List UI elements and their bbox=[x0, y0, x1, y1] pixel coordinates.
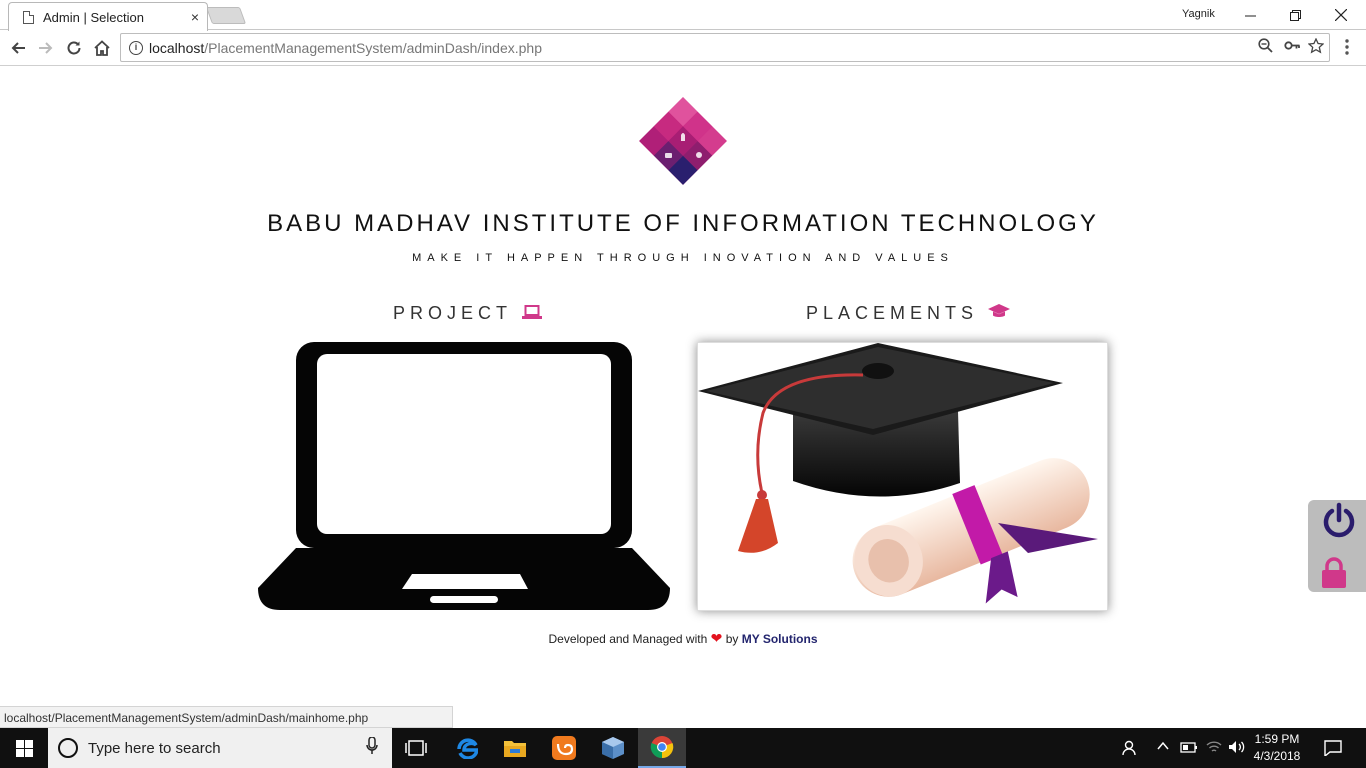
clock-time: 1:59 PM bbox=[1254, 732, 1300, 746]
key-icon[interactable] bbox=[1284, 38, 1300, 57]
task-view-icon[interactable] bbox=[392, 728, 440, 768]
laptop-icon bbox=[522, 303, 543, 324]
info-icon[interactable]: i bbox=[129, 40, 143, 55]
microphone-icon[interactable] bbox=[366, 735, 378, 760]
browser-tab[interactable]: Admin | Selection × bbox=[8, 2, 208, 31]
graduation-cap-diploma-image bbox=[698, 343, 1098, 604]
placements-heading[interactable]: PLACEMENTS bbox=[806, 303, 1011, 324]
institute-tagline: MAKE IT HAPPEN THROUGH INOVATION AND VAL… bbox=[412, 252, 954, 264]
page-footer: Developed and Managed with ❤ by MY Solut… bbox=[0, 630, 1366, 647]
file-explorer-icon[interactable] bbox=[491, 728, 539, 768]
lock-icon[interactable] bbox=[1321, 556, 1347, 595]
power-icon[interactable] bbox=[1322, 502, 1356, 543]
virtualbox-icon[interactable] bbox=[589, 728, 637, 768]
wifi-icon[interactable] bbox=[1206, 740, 1222, 757]
forward-icon[interactable] bbox=[34, 36, 58, 60]
minimize-icon[interactable] bbox=[1227, 0, 1273, 30]
profile-name[interactable]: Yagnik bbox=[1182, 8, 1215, 20]
address-bar[interactable]: i localhost/PlacementManagementSystem/ad… bbox=[120, 33, 1330, 62]
home-icon[interactable] bbox=[90, 36, 114, 60]
star-icon[interactable] bbox=[1307, 37, 1325, 58]
page-icon bbox=[23, 10, 34, 24]
show-hidden-icons-icon[interactable] bbox=[1157, 740, 1169, 755]
placements-label: PLACEMENTS bbox=[806, 303, 979, 323]
chrome-icon[interactable] bbox=[638, 728, 686, 768]
reload-icon[interactable] bbox=[62, 36, 86, 60]
cortana-icon bbox=[58, 738, 78, 758]
institute-logo bbox=[639, 97, 727, 185]
tab-close-icon[interactable]: × bbox=[191, 9, 199, 25]
menu-icon[interactable] bbox=[1342, 39, 1352, 55]
graduation-cap-icon bbox=[988, 303, 1011, 324]
back-icon[interactable] bbox=[6, 36, 30, 60]
url-path: /PlacementManagementSystem/adminDash/ind… bbox=[204, 39, 543, 56]
tab-title: Admin | Selection bbox=[43, 9, 144, 25]
heart-icon: ❤ bbox=[710, 630, 723, 646]
uc-browser-icon[interactable] bbox=[540, 728, 588, 768]
project-laptop-image[interactable] bbox=[258, 342, 670, 612]
taskbar-search[interactable]: Type here to search bbox=[48, 728, 392, 768]
new-tab-button[interactable] bbox=[205, 7, 247, 24]
windows-start-icon[interactable] bbox=[0, 728, 48, 768]
edge-browser-icon[interactable] bbox=[443, 728, 491, 768]
project-heading[interactable]: PROJECT bbox=[393, 303, 543, 324]
restore-icon[interactable] bbox=[1272, 0, 1318, 30]
close-window-icon[interactable] bbox=[1318, 0, 1364, 30]
side-action-panel bbox=[1308, 500, 1366, 592]
people-icon[interactable] bbox=[1121, 740, 1137, 759]
footer-brand-link[interactable]: MY Solutions bbox=[742, 632, 818, 646]
taskbar-clock[interactable]: 1:59 PM 4/3/2018 bbox=[1252, 731, 1302, 765]
footer-by: by bbox=[725, 632, 739, 646]
institute-name: BABU MADHAV INSTITUTE OF INFORMATION TEC… bbox=[267, 210, 1099, 237]
volume-icon[interactable] bbox=[1228, 740, 1246, 757]
browser-toolbar: i localhost/PlacementManagementSystem/ad… bbox=[0, 31, 1366, 66]
placements-image[interactable] bbox=[697, 342, 1108, 611]
browser-titlebar: Admin | Selection × Yagnik bbox=[0, 0, 1366, 31]
url-host: localhost bbox=[149, 39, 205, 56]
footer-prefix: Developed and Managed with bbox=[548, 632, 708, 646]
clock-date: 4/3/2018 bbox=[1253, 749, 1301, 763]
battery-icon[interactable] bbox=[1180, 740, 1198, 757]
action-center-icon[interactable] bbox=[1324, 740, 1342, 759]
project-label: PROJECT bbox=[393, 303, 513, 323]
status-bar-url: localhost/PlacementManagementSystem/admi… bbox=[0, 706, 453, 728]
windows-taskbar: Type here to search 1:59 PM 4/3/2018 bbox=[0, 728, 1366, 768]
search-placeholder: Type here to search bbox=[88, 739, 221, 757]
zoom-icon[interactable] bbox=[1258, 38, 1273, 57]
